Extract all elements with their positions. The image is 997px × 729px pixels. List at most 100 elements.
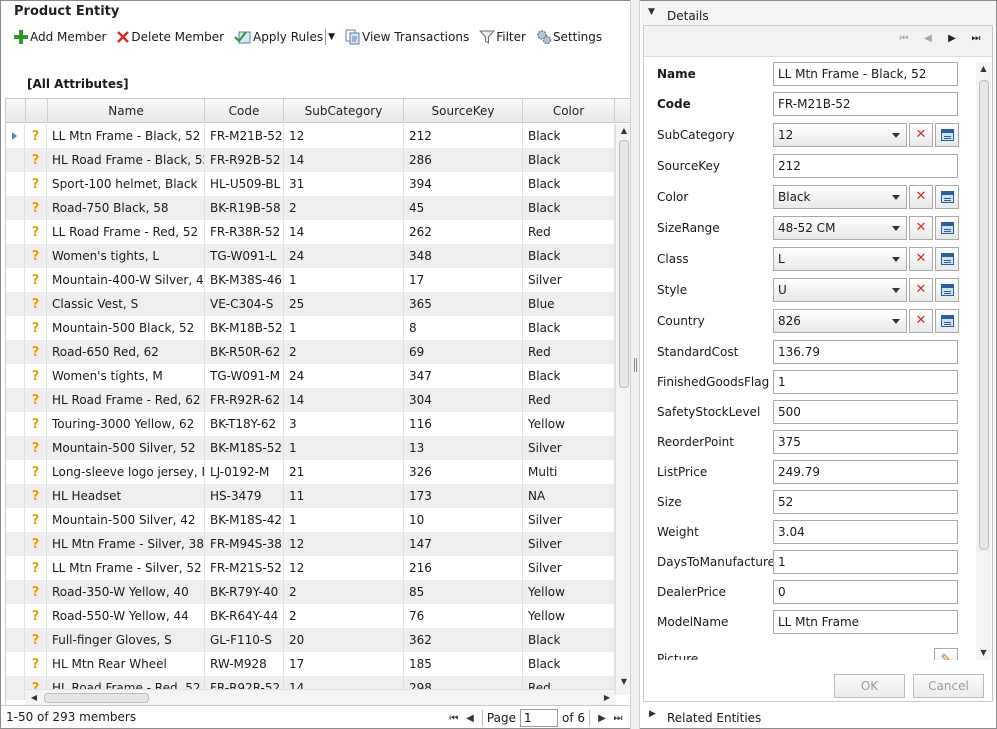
cell-name[interactable]: HL Road Frame - Red, 62 xyxy=(47,388,205,412)
table-row[interactable]: ? Women's tights, M TG-W091-M 24 347 Black xyxy=(6,364,615,388)
cell-sub[interactable]: 14 xyxy=(284,388,404,412)
chevron-down-icon[interactable]: ▼ xyxy=(328,32,335,42)
clear-value-button[interactable]: ✕ xyxy=(909,247,933,271)
cell-name[interactable]: Sport-100 helmet, Black xyxy=(47,172,205,196)
table-row[interactable]: ? Road-350-W Yellow, 40 BK-R79Y-40 2 85 Yello… xyxy=(6,580,615,604)
cell-color[interactable]: Yellow xyxy=(523,580,615,604)
cell-sub[interactable]: 12 xyxy=(284,124,404,148)
chevron-down-icon[interactable]: ▼ xyxy=(648,7,655,17)
pane-splitter[interactable] xyxy=(630,0,640,729)
field-input[interactable]: FR-M21B-52 xyxy=(773,92,958,116)
table-row[interactable]: ? Mountain-500 Black, 52 BK-M18B-52 1 8 Black xyxy=(6,316,615,340)
cell-sub[interactable]: 25 xyxy=(284,292,404,316)
chevron-right-icon[interactable]: ▶ xyxy=(649,709,656,719)
field-input[interactable]: LL Mtn Frame - Black, 52 xyxy=(773,62,958,86)
first-page-icon[interactable]: ⏮ xyxy=(446,713,462,724)
cell-src[interactable]: 348 xyxy=(404,244,523,268)
apply-rules-button[interactable]: Apply Rules xyxy=(234,29,323,45)
related-entities-header[interactable]: ▶ Related Entities xyxy=(641,704,996,728)
table-row[interactable]: ? Classic Vest, S VE-C304-S 25 365 Blue xyxy=(6,292,615,316)
cell-color[interactable]: Silver xyxy=(523,508,615,532)
table-row[interactable]: ? Road-550-W Yellow, 44 BK-R64Y-44 2 76 Yello… xyxy=(6,604,615,628)
cell-sub[interactable]: 24 xyxy=(284,244,404,268)
cell-name[interactable]: Mountain-500 Silver, 42 xyxy=(47,508,205,532)
field-dropdown[interactable]: L xyxy=(773,247,907,271)
cell-color[interactable]: Black xyxy=(523,124,615,148)
field-input[interactable]: 500 xyxy=(773,400,958,424)
field-input[interactable]: 249.79 xyxy=(773,460,958,484)
cell-code[interactable]: FR-M21S-52 xyxy=(205,556,284,580)
cell-name[interactable]: LL Mtn Frame - Silver, 52 xyxy=(47,556,205,580)
field-dropdown[interactable]: 48-52 CM xyxy=(773,216,907,240)
cell-code[interactable]: BK-R64Y-44 xyxy=(205,604,284,628)
cell-code[interactable]: FR-R92R-62 xyxy=(205,388,284,412)
cell-color[interactable]: Silver xyxy=(523,532,615,556)
cell-color[interactable]: Black xyxy=(523,244,615,268)
lookup-button[interactable] xyxy=(935,309,959,333)
table-row[interactable]: ? Road-650 Red, 62 BK-R50R-62 2 69 Red xyxy=(6,340,615,364)
cell-code[interactable]: HS-3479 xyxy=(205,484,284,508)
cell-src[interactable]: 85 xyxy=(404,580,523,604)
table-row[interactable]: ? Long-sleeve logo jersey, M LJ-0192-M 21 32… xyxy=(6,460,615,484)
cell-src[interactable]: 362 xyxy=(404,628,523,652)
cell-src[interactable]: 262 xyxy=(404,220,523,244)
cell-src[interactable]: 45 xyxy=(404,196,523,220)
cell-color[interactable]: Black xyxy=(523,148,615,172)
cell-code[interactable]: BK-R79Y-40 xyxy=(205,580,284,604)
cell-sub[interactable]: 14 xyxy=(284,148,404,172)
field-dropdown[interactable]: U xyxy=(773,278,907,302)
cell-color[interactable]: Blue xyxy=(523,292,615,316)
table-row[interactable]: ? LL Road Frame - Red, 52 FR-R38R-52 14 262 R… xyxy=(6,220,615,244)
cell-sub[interactable]: 17 xyxy=(284,652,404,676)
cell-code[interactable]: FR-R38R-52 xyxy=(205,220,284,244)
cell-code[interactable]: HL-U509-BL xyxy=(205,172,284,196)
cell-src[interactable]: 13 xyxy=(404,436,523,460)
table-row[interactable]: ? HL Headset HS-3479 11 173 NA xyxy=(6,484,615,508)
cell-code[interactable]: LJ-0192-M xyxy=(205,460,284,484)
cell-src[interactable]: 185 xyxy=(404,652,523,676)
cell-code[interactable]: BK-M18S-52 xyxy=(205,436,284,460)
cell-code[interactable]: BK-R19B-58 xyxy=(205,196,284,220)
cell-color[interactable]: Black xyxy=(523,364,615,388)
cell-code[interactable]: FR-R92B-52 xyxy=(205,148,284,172)
cell-src[interactable]: 8 xyxy=(404,316,523,340)
cell-src[interactable]: 286 xyxy=(404,148,523,172)
cell-sub[interactable]: 11 xyxy=(284,484,404,508)
cell-sub[interactable]: 1 xyxy=(284,508,404,532)
field-input[interactable]: 0 xyxy=(773,580,958,604)
cell-color[interactable]: Silver xyxy=(523,268,615,292)
cell-name[interactable]: HL Mtn Frame - Silver, 38 xyxy=(47,532,205,556)
column-header-sourcekey[interactable]: SourceKey xyxy=(404,99,523,123)
delete-member-button[interactable]: Delete Member xyxy=(116,30,224,44)
table-row[interactable]: ? HL Road Frame - Red, 62 FR-R92R-62 14 304 R… xyxy=(6,388,615,412)
cancel-button[interactable]: Cancel xyxy=(913,674,984,698)
lookup-button[interactable] xyxy=(935,185,959,209)
table-row[interactable]: ? HL Road Frame - Black, 52 FR-R92B-52 14 28… xyxy=(6,148,615,172)
details-header[interactable]: ▼ Details xyxy=(641,1,996,25)
cell-code[interactable]: TG-W091-M xyxy=(205,364,284,388)
cell-code[interactable]: RW-M928 xyxy=(205,652,284,676)
cell-color[interactable]: Red xyxy=(523,220,615,244)
cell-name[interactable]: LL Mtn Frame - Black, 52 xyxy=(47,124,205,148)
details-vertical-scrollbar[interactable]: ▲ ▼ xyxy=(976,62,991,660)
scroll-down-icon[interactable]: ▼ xyxy=(616,675,630,689)
cell-name[interactable]: Mountain-500 Silver, 52 xyxy=(47,436,205,460)
scroll-thumb[interactable] xyxy=(619,140,629,388)
table-row[interactable]: ? Women's tights, L TG-W091-L 24 348 Black xyxy=(6,244,615,268)
lookup-button[interactable] xyxy=(935,216,959,240)
cell-src[interactable]: 17 xyxy=(404,268,523,292)
cell-color[interactable]: Yellow xyxy=(523,412,615,436)
lookup-button[interactable] xyxy=(935,123,959,147)
cell-sub[interactable]: 14 xyxy=(284,220,404,244)
cell-name[interactable]: Mountain-500 Black, 52 xyxy=(47,316,205,340)
scroll-up-icon[interactable]: ▲ xyxy=(616,124,630,138)
cell-color[interactable]: Black xyxy=(523,628,615,652)
cell-code[interactable]: GL-F110-S xyxy=(205,628,284,652)
attribute-set-selector[interactable]: [All Attributes] xyxy=(27,77,129,91)
cell-src[interactable]: 347 xyxy=(404,364,523,388)
table-row[interactable]: ? Road-750 Black, 58 BK-R19B-58 2 45 Black xyxy=(6,196,615,220)
last-record-icon[interactable]: ⏭ xyxy=(964,33,988,44)
cell-src[interactable]: 212 xyxy=(404,124,523,148)
cell-src[interactable]: 10 xyxy=(404,508,523,532)
field-input[interactable]: LL Mtn Frame xyxy=(773,610,958,634)
